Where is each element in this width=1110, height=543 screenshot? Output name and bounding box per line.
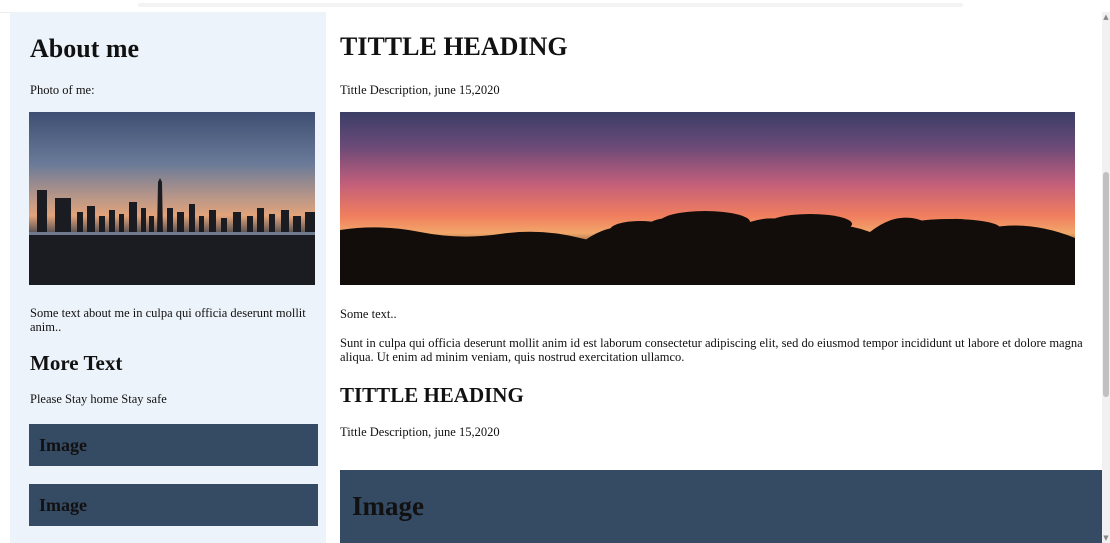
sidebar: About me Photo of me: Some text about me…	[10, 12, 326, 543]
photo-label: Photo of me:	[30, 83, 95, 97]
main-content: TITTLE HEADING Tittle Description, june …	[326, 12, 1102, 543]
more-text-body: Please Stay home Stay safe	[30, 392, 167, 406]
scroll-up-arrow-icon[interactable]: ▲	[1103, 14, 1109, 21]
address-bar[interactable]	[138, 3, 963, 7]
post-short-text: Some text..	[340, 307, 397, 321]
about-text: Some text about me in culpa qui officia …	[30, 306, 306, 334]
image-card-label: Image	[39, 434, 87, 455]
post-long-text: Sunt in culpa qui officia deserunt molli…	[340, 336, 1083, 364]
post-description: Tittle Description, june 15,2020	[340, 83, 500, 97]
scrollbar-thumb[interactable]	[1103, 172, 1109, 397]
city-skyline-photo	[29, 112, 315, 285]
sunset-photo	[340, 112, 1075, 285]
post-title: TITTLE HEADING	[340, 32, 568, 61]
image-banner-label: Image	[352, 491, 424, 521]
scroll-down-arrow-icon[interactable]: ▼	[1103, 535, 1109, 542]
about-heading: About me	[30, 34, 140, 63]
skyline-silhouette	[29, 178, 315, 285]
image-banner: Image	[340, 470, 1102, 543]
image-card-2: Image	[29, 484, 318, 526]
trees-silhouette	[340, 211, 1075, 285]
page-scrollbar[interactable]: ▲ ▼	[1102, 12, 1110, 543]
post-title: TITTLE HEADING	[340, 383, 524, 407]
image-card-label: Image	[39, 494, 87, 515]
image-card-1: Image	[29, 424, 318, 466]
post-description: Tittle Description, june 15,2020	[340, 425, 500, 439]
more-text-heading: More Text	[30, 351, 123, 375]
